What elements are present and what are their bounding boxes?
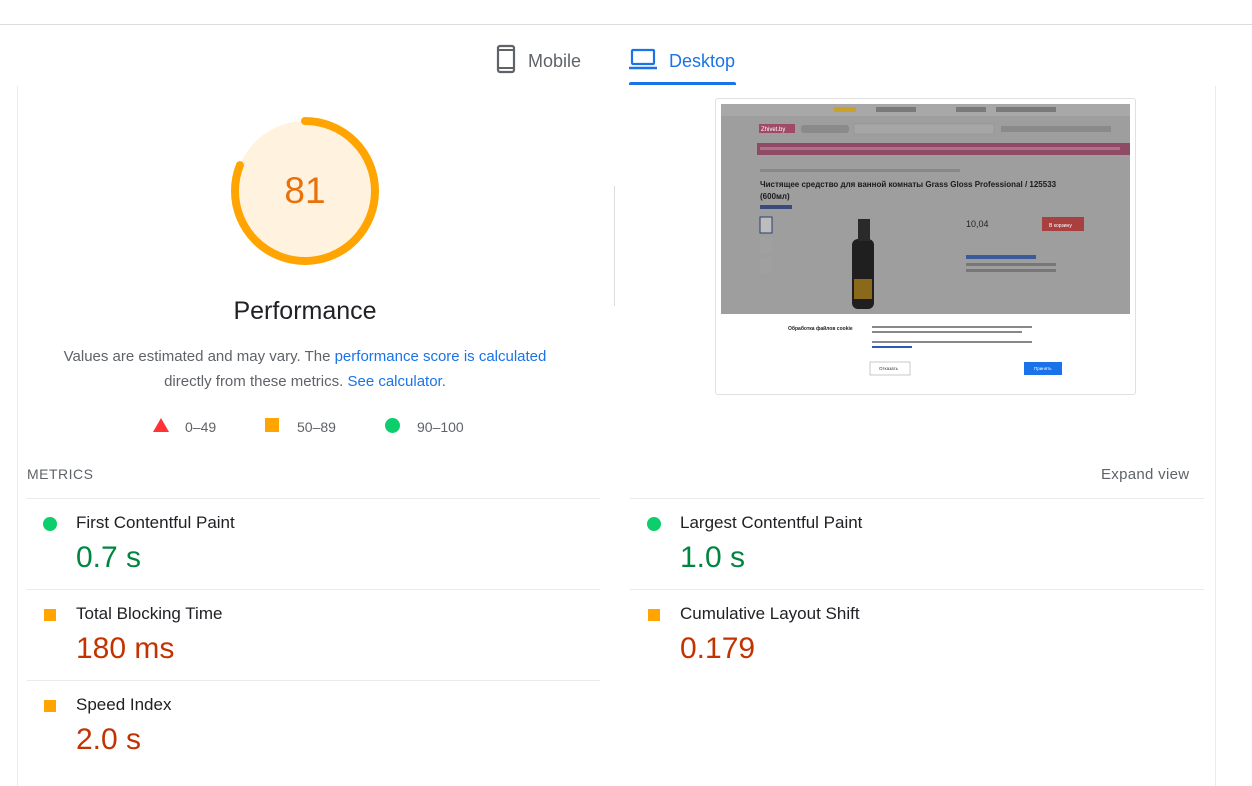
- metric-value: 1.0 s: [680, 541, 746, 574]
- description-prefix: Values are estimated and may vary. The: [63, 348, 335, 365]
- legend-range-average: 50–89: [297, 418, 336, 435]
- screenshot-price: 10,04: [966, 219, 989, 229]
- average-square-icon: [44, 700, 56, 712]
- expand-view-button[interactable]: Expand view: [1101, 466, 1189, 483]
- description-middle: directly from these metrics.: [164, 373, 348, 390]
- final-screenshot[interactable]: Zhivet.by Чистящее средство для ванной к…: [715, 98, 1136, 395]
- metrics-divider-top-left: [27, 498, 600, 499]
- average-square-icon: [44, 609, 56, 621]
- metric-value: 180 ms: [76, 632, 175, 665]
- active-tab-indicator: [629, 82, 736, 85]
- column-divider: [614, 186, 615, 306]
- legend-range-fail: 0–49: [185, 418, 217, 435]
- metric-value: 0.179: [680, 632, 756, 665]
- metric-name: Total Blocking Time: [76, 604, 223, 623]
- average-square-icon: [648, 609, 660, 621]
- see-calculator-link[interactable]: See calculator: [347, 373, 441, 390]
- metric-name: Largest Contentful Paint: [680, 513, 863, 532]
- category-title: Performance: [233, 297, 377, 325]
- screenshot-cookie-title: Обработка файлов cookie: [788, 325, 853, 332]
- metrics-divider-bottom-left: [27, 680, 600, 681]
- screenshot-product-title-2: (600мл): [760, 192, 790, 201]
- performance-score-value: 81: [284, 170, 326, 211]
- metric-value: 0.7 s: [76, 541, 142, 574]
- tab-mobile[interactable]: Mobile: [496, 36, 581, 86]
- metrics-divider-top-right: [630, 498, 1204, 499]
- screenshot-accept-button: Принять: [1034, 366, 1052, 371]
- pass-circle-icon: [647, 517, 661, 531]
- performance-score-gauge: 81: [229, 115, 381, 267]
- tab-desktop-label: Desktop: [669, 50, 736, 71]
- screenshot-cart-button: В корзину: [1049, 223, 1072, 229]
- legend-range-pass: 90–100: [417, 419, 464, 435]
- metrics-header: METRICS: [27, 466, 94, 482]
- device-tabs: Mobile Desktop: [0, 36, 1252, 86]
- triangle-icon: [153, 418, 169, 435]
- metric-value: 2.0 s: [76, 723, 142, 756]
- tab-mobile-label: Mobile: [528, 50, 582, 71]
- pass-circle-icon: [43, 517, 57, 531]
- screenshot-reject-button: Отказать: [879, 366, 899, 371]
- screenshot-logo: Zhivet.by: [761, 127, 785, 133]
- score-calculation-link[interactable]: performance score is calculated: [335, 348, 547, 365]
- score-description: Values are estimated and may vary. The p…: [0, 344, 610, 394]
- metric-name: Cumulative Layout Shift: [680, 604, 860, 623]
- laptop-icon: [629, 48, 657, 75]
- metrics-divider-mid-left: [27, 589, 600, 590]
- square-icon: [265, 418, 279, 435]
- screenshot-product-title-1: Чистящее средство для ванной комнаты Gra…: [760, 180, 1057, 189]
- metric-name: First Contentful Paint: [76, 513, 235, 532]
- top-divider: [0, 24, 1252, 25]
- tab-desktop[interactable]: Desktop: [629, 36, 735, 86]
- legend-item-average: 50–89: [265, 418, 336, 435]
- legend-item-pass: 90–100: [385, 418, 464, 436]
- metric-name: Speed Index: [76, 695, 172, 714]
- description-suffix: .: [441, 373, 446, 390]
- phone-icon: [496, 44, 516, 79]
- circle-icon: [385, 418, 400, 436]
- metrics-divider-mid-right: [630, 589, 1204, 590]
- legend-item-fail: 0–49: [153, 418, 216, 435]
